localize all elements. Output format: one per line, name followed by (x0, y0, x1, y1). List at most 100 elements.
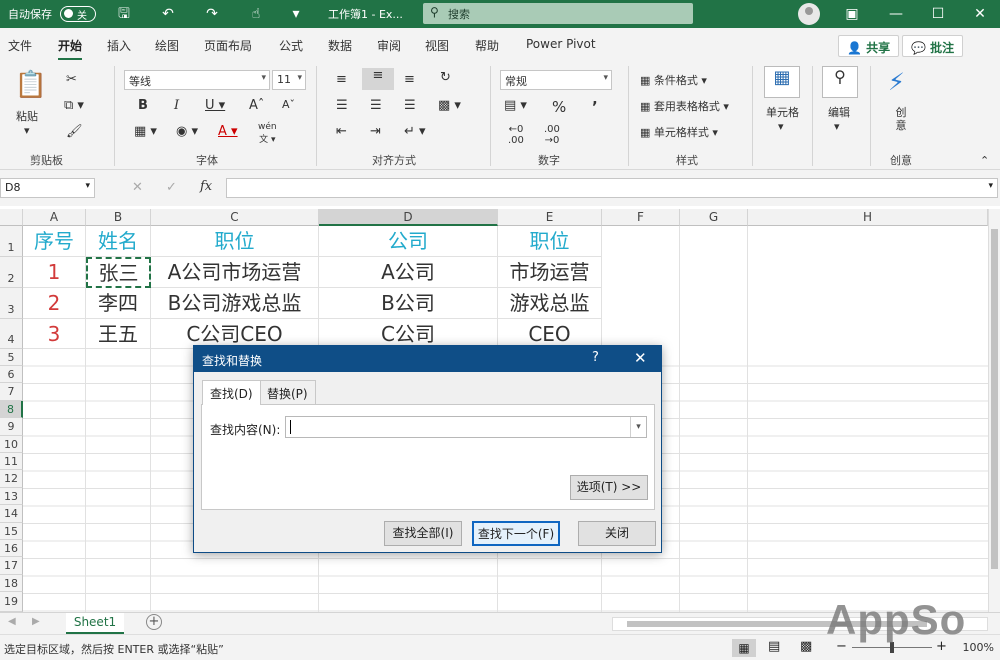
column-header-h[interactable]: H (748, 209, 988, 226)
italic-button[interactable]: I (174, 98, 179, 113)
avatar[interactable] (798, 3, 820, 25)
menu-power-pivot[interactable]: Power Pivot (526, 37, 596, 51)
copy-icon[interactable]: ⧉ ▾ (64, 98, 84, 113)
row-header-3[interactable]: 3 (0, 288, 23, 319)
insert-function-icon[interactable]: fx (200, 179, 212, 194)
editing-button[interactable]: 编辑 (828, 104, 850, 120)
confirm-entry-icon[interactable]: ✓ (166, 180, 177, 195)
cell-e3[interactable]: 游戏总监 (498, 288, 602, 319)
font-size-select[interactable]: 11 ▾ (272, 70, 306, 90)
align-right-icon[interactable]: ☰ (404, 98, 416, 113)
collapse-ribbon-icon[interactable]: ⌃ (980, 154, 989, 167)
cell-e2[interactable]: 市场运营 (498, 257, 602, 288)
tab-find[interactable]: 查找(D) (202, 380, 261, 405)
number-format-select[interactable]: 常规 ▾ (500, 70, 612, 90)
decrease-decimal-icon[interactable]: .00 →0 (544, 124, 560, 146)
decrease-indent-icon[interactable]: ⇤ (336, 124, 347, 139)
page-break-view-icon[interactable]: ▩ (800, 639, 812, 654)
ideas-icon[interactable]: ⚡ (888, 68, 905, 96)
font-color-icon[interactable]: A ▾ (218, 124, 238, 139)
minimize-icon[interactable]: — (886, 4, 906, 24)
cell-c2[interactable]: A公司市场运营 (151, 257, 319, 288)
ideas-button[interactable]: 创意 (894, 106, 908, 132)
row-header-16[interactable]: 16 (0, 540, 23, 557)
cell-c3[interactable]: B公司游戏总监 (151, 288, 319, 319)
cell-d2[interactable]: A公司 (319, 257, 498, 288)
zoom-level[interactable]: 100% (963, 641, 994, 654)
column-header-a[interactable]: A (23, 209, 86, 226)
ribbon-display-icon[interactable]: ▣ (842, 4, 862, 24)
cell-b3[interactable]: 李四 (86, 288, 151, 319)
save-icon[interactable]: 🖫 (114, 4, 134, 24)
cell-c1[interactable]: 职位 (151, 226, 319, 257)
page-layout-view-icon[interactable]: ▤ (768, 639, 780, 654)
row-header-12[interactable]: 12 (0, 470, 23, 488)
cell-a1[interactable]: 序号 (23, 226, 86, 257)
row-header-11[interactable]: 11 (0, 453, 23, 470)
borders-icon[interactable]: ▦ ▾ (134, 124, 157, 139)
align-left-icon[interactable]: ☰ (336, 98, 348, 113)
tab-replace[interactable]: 替换(P) (259, 380, 316, 404)
next-sheet-icon[interactable]: ▶ (32, 616, 40, 627)
cell-style-button[interactable]: ▦ 单元格样式 ▾ (640, 124, 718, 140)
align-center-icon[interactable]: ☰ (370, 98, 382, 113)
column-header-c[interactable]: C (151, 209, 319, 226)
vertical-scroll-thumb[interactable] (991, 229, 998, 569)
menu-page-layout[interactable]: 页面布局 (204, 37, 252, 54)
name-box[interactable]: D8 ▾ (0, 178, 95, 198)
row-header-15[interactable]: 15 (0, 523, 23, 540)
row-header-19[interactable]: 19 (0, 592, 23, 612)
search-box[interactable]: ⚲ 搜索 (423, 3, 693, 24)
font-name-select[interactable]: 等线 ▾ (124, 70, 270, 90)
sheet-tab-sheet1[interactable]: Sheet1 (66, 613, 124, 634)
row-header-5[interactable]: 5 (0, 349, 23, 366)
share-button[interactable]: 👤 共享 (838, 35, 900, 57)
customize-toolbar-icon[interactable]: ▾ (286, 4, 306, 24)
find-next-button[interactable]: 查找下一个(F) (472, 521, 560, 546)
select-all-corner[interactable] (0, 209, 23, 226)
column-header-e[interactable]: E (498, 209, 602, 226)
menu-draw[interactable]: 绘图 (155, 37, 179, 54)
cells-dropdown-icon[interactable]: ▾ (778, 120, 784, 133)
conditional-format-button[interactable]: ▦ 条件格式 ▾ (640, 72, 707, 88)
bold-button[interactable]: B (138, 98, 148, 113)
zoom-slider[interactable] (852, 642, 932, 653)
close-window-icon[interactable]: ✕ (970, 4, 990, 24)
find-all-button[interactable]: 查找全部(I) (384, 521, 462, 546)
row-header-2[interactable]: 2 (0, 257, 23, 288)
column-header-f[interactable]: F (602, 209, 680, 226)
row-header-14[interactable]: 14 (0, 505, 23, 523)
align-top-icon[interactable]: ≡ (336, 72, 347, 87)
menu-home[interactable]: 开始 (58, 37, 83, 61)
cells-button[interactable]: 单元格 (766, 104, 799, 120)
find-history-dropdown-icon[interactable]: ▾ (630, 417, 646, 437)
increase-font-icon[interactable]: Aˆ (249, 98, 264, 113)
row-header-13[interactable]: 13 (0, 488, 23, 505)
find-what-input[interactable]: ▾ (285, 416, 647, 438)
expand-formula-icon[interactable]: ▾ (988, 181, 993, 191)
merge-center-icon[interactable]: ▩ ▾ (438, 98, 461, 113)
row-header-17[interactable]: 17 (0, 557, 23, 575)
row-header-18[interactable]: 18 (0, 575, 23, 592)
cell-b4[interactable]: 王五 (86, 319, 151, 349)
cut-icon[interactable]: ✂ (66, 72, 77, 87)
underline-button[interactable]: U ▾ (205, 98, 225, 113)
cell-a3[interactable]: 2 (23, 288, 86, 319)
menu-file[interactable]: 文件 (8, 37, 32, 54)
row-header-8[interactable]: 8 (0, 401, 23, 418)
column-header-b[interactable]: B (86, 209, 151, 226)
close-button[interactable]: 关闭 (578, 521, 656, 546)
menu-insert[interactable]: 插入 (107, 37, 131, 54)
cancel-entry-icon[interactable]: ✕ (132, 180, 143, 195)
help-icon[interactable]: ? (592, 350, 599, 365)
menu-view[interactable]: 视图 (425, 37, 449, 54)
cell-d1[interactable]: 公司 (319, 226, 498, 257)
paste-icon[interactable]: 📋 (14, 70, 48, 100)
cell-e1[interactable]: 职位 (498, 226, 602, 257)
comments-button[interactable]: 💬 批注 (902, 35, 964, 57)
editing-icon[interactable]: ⚲ (822, 66, 858, 98)
prev-sheet-icon[interactable]: ◀ (8, 616, 16, 627)
percent-icon[interactable]: % (552, 98, 566, 116)
row-header-4[interactable]: 4 (0, 319, 23, 349)
phonetic-icon[interactable]: wén 文 ▾ (258, 122, 277, 145)
